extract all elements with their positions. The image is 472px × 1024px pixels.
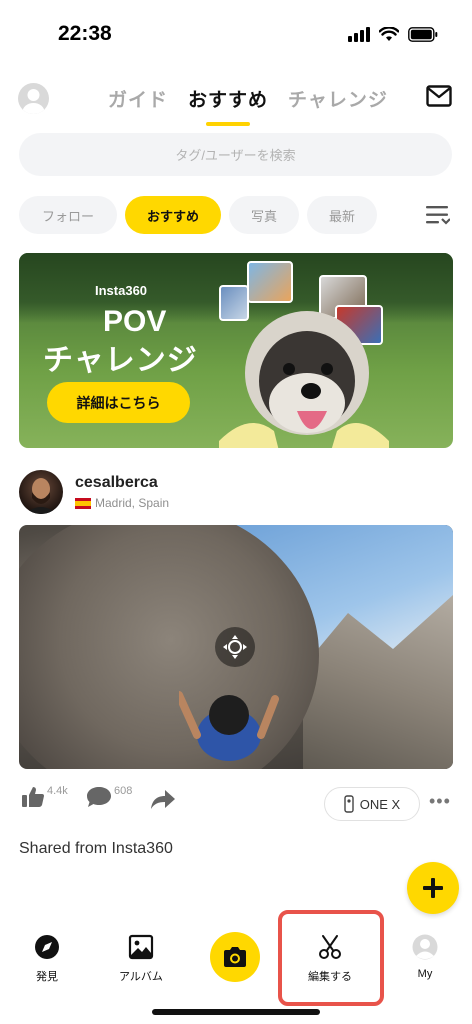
filter-latest[interactable]: 最新 [307, 196, 377, 234]
plus-icon [423, 878, 443, 898]
edit-tab-highlight [278, 910, 384, 1006]
filter-settings-icon[interactable] [426, 205, 450, 225]
filter-follow[interactable]: フォロー [19, 196, 117, 234]
nav-my[interactable]: My [385, 934, 465, 980]
banner-title: POV [103, 305, 167, 338]
device-name: ONE X [359, 796, 401, 812]
post-media[interactable] [19, 525, 453, 769]
create-post-button[interactable] [407, 862, 459, 914]
share-icon [151, 790, 175, 809]
feed-tabs: ガイド おすすめ チャレンジ [108, 85, 388, 126]
status-icons [348, 26, 438, 42]
banner-details-button[interactable]: 詳細はこちら [47, 382, 190, 423]
location-text: Madrid, Spain [95, 496, 170, 510]
post-author-avatar[interactable] [19, 470, 63, 514]
banner-subtitle: チャレンジ [43, 344, 198, 377]
search-placeholder: タグ/ユーザーを検索 [175, 148, 296, 163]
status-bar: 22:38 [0, 0, 472, 70]
post-username[interactable]: cesalberca [75, 474, 158, 492]
banner-brand: Insta360 [95, 283, 148, 298]
thumbs-up-icon [22, 787, 44, 807]
author-face [25, 478, 57, 514]
tab-guide[interactable]: ガイド [108, 85, 168, 112]
share-button[interactable] [150, 789, 176, 811]
image-icon [128, 934, 154, 960]
filter-chips: フォロー おすすめ 写真 最新 [19, 196, 377, 234]
climber-figure [179, 691, 279, 761]
compass-icon [35, 935, 59, 959]
home-indicator [152, 1009, 320, 1015]
cellular-signal-icon [348, 26, 370, 42]
user-avatar[interactable] [18, 83, 49, 114]
comment-count: 608 [114, 785, 133, 797]
tab-challenge[interactable]: チャレンジ [288, 85, 388, 112]
nav-album-label: アルバム [119, 971, 163, 983]
comment-icon [87, 787, 111, 807]
dog-illustration [219, 311, 389, 448]
person-icon [22, 89, 45, 114]
battery-icon [408, 26, 438, 42]
post-actions: 4.4k 608 ONE X ••• [19, 785, 453, 825]
mail-icon[interactable] [426, 85, 452, 107]
tab-recommended[interactable]: おすすめ [188, 85, 268, 126]
search-input[interactable]: タグ/ユーザーを検索 [19, 133, 452, 176]
wifi-icon [379, 26, 399, 41]
top-navigation: ガイド おすすめ チャレンジ [0, 75, 472, 126]
pov-challenge-banner[interactable]: Insta360 POV チャレンジ 詳細はこちら [19, 253, 453, 448]
like-count: 4.4k [47, 785, 68, 797]
filter-recommended[interactable]: おすすめ [125, 196, 221, 234]
post-location: Madrid, Spain [75, 496, 169, 510]
profile-icon [412, 934, 438, 960]
more-options-icon[interactable]: ••• [429, 791, 451, 812]
spain-flag-icon [75, 497, 91, 509]
camera-icon [224, 947, 246, 967]
like-button[interactable]: 4.4k [21, 785, 68, 809]
nav-album[interactable]: アルバム [101, 934, 181, 984]
nav-discover-label: 発見 [36, 971, 58, 983]
filter-photo[interactable]: 写真 [229, 196, 299, 234]
post-caption: Shared from Insta360 [19, 840, 173, 857]
camera-button[interactable] [210, 932, 260, 982]
move-arrows-icon [223, 635, 247, 659]
pan-view-button[interactable] [215, 627, 255, 667]
comment-button[interactable]: 608 [86, 785, 132, 809]
device-tag[interactable]: ONE X [324, 787, 420, 821]
nav-discover[interactable]: 発見 [7, 934, 87, 984]
camera-device-icon [344, 795, 354, 813]
status-time: 22:38 [58, 22, 112, 45]
nav-my-label: My [417, 968, 433, 980]
